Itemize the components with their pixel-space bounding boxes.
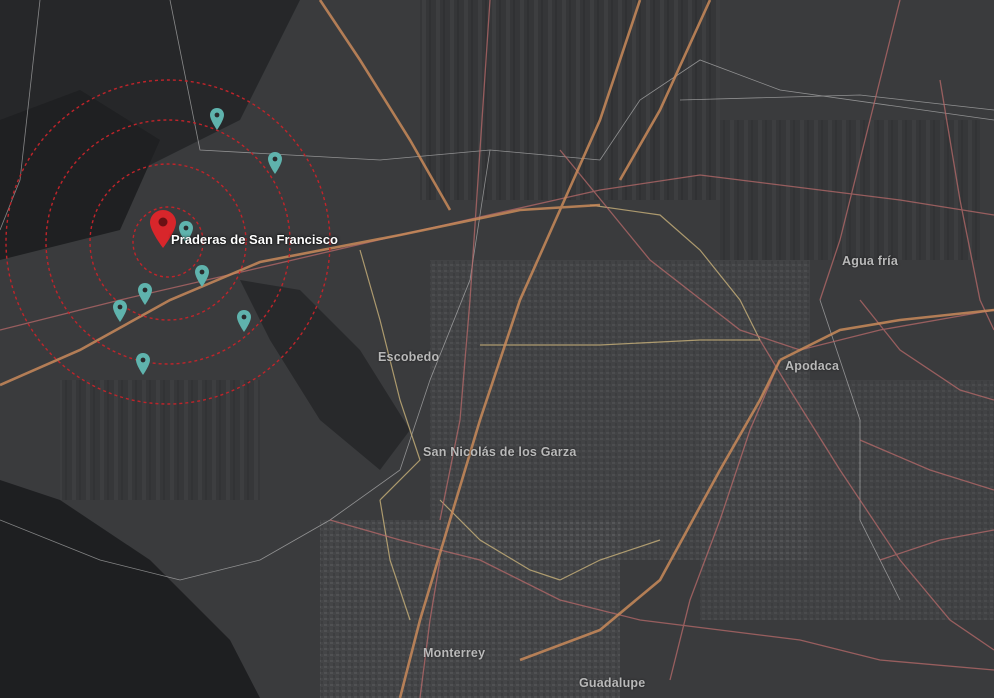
location-pin-icon <box>237 310 251 332</box>
location-pin-icon <box>195 265 209 287</box>
place-label-monterrey: Monterrey <box>423 646 486 660</box>
place-label-agua-fria: Agua fría <box>842 254 898 268</box>
place-label-guadalupe: Guadalupe <box>579 676 646 690</box>
place-label-san-nicolas: San Nicolás de los Garza <box>423 445 577 459</box>
map-base-layer <box>0 0 994 698</box>
terrain-layer <box>0 0 994 698</box>
marker-7[interactable] <box>237 310 251 332</box>
marker-5[interactable] <box>138 283 152 305</box>
marker-6[interactable] <box>113 300 127 322</box>
marker-8[interactable] <box>136 353 150 375</box>
location-pin-icon <box>138 283 152 305</box>
place-label-apodaca: Apodaca <box>785 359 840 373</box>
location-pin-icon <box>268 152 282 174</box>
map-view[interactable]: Praderas de San Francisco Escobedo San N… <box>0 0 994 698</box>
marker-2[interactable] <box>268 152 282 174</box>
location-pin-icon <box>136 353 150 375</box>
main-location-label: Praderas de San Francisco <box>171 232 338 247</box>
marker-4[interactable] <box>195 265 209 287</box>
location-pin-icon <box>113 300 127 322</box>
location-pin-icon <box>210 108 224 130</box>
place-label-escobedo: Escobedo <box>378 350 440 364</box>
marker-1[interactable] <box>210 108 224 130</box>
